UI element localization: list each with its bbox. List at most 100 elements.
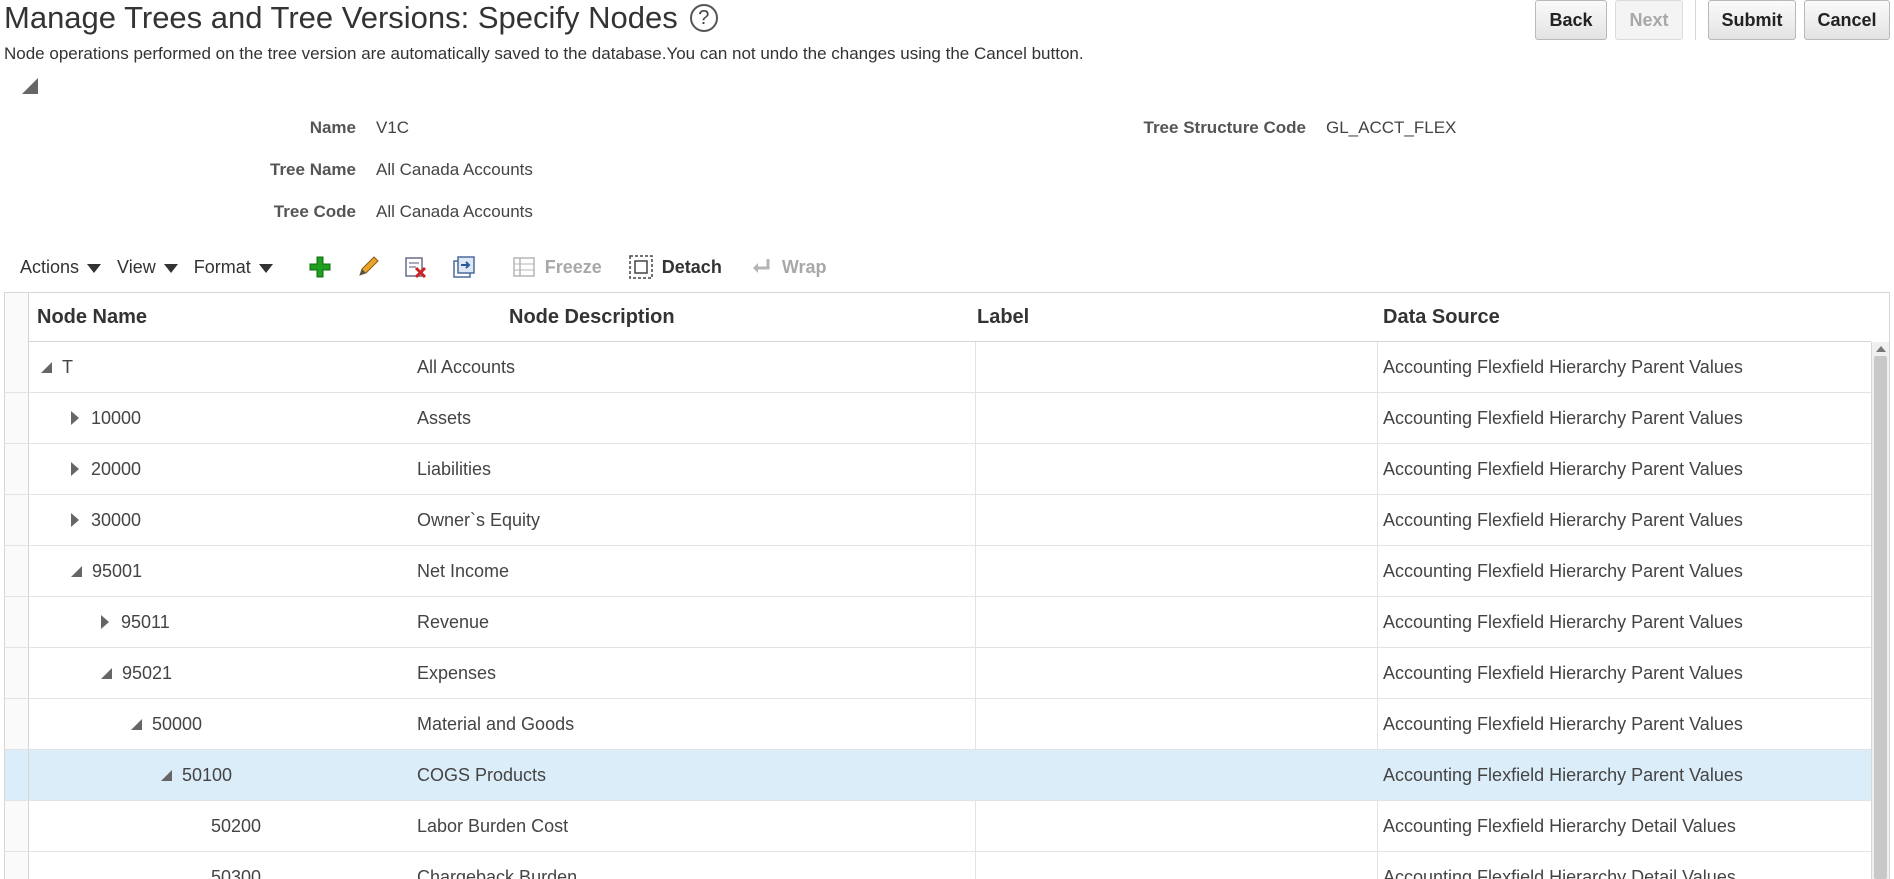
actions-menu[interactable]: Actions (20, 257, 102, 278)
train-buttons: Back Next Submit Cancel (1527, 0, 1890, 40)
column-header-node-name[interactable]: Node Name (37, 293, 147, 342)
data-source-cell: Accounting Flexfield Hierarchy Parent Va… (1383, 509, 1743, 530)
help-icon[interactable]: ? (689, 4, 718, 32)
table-row[interactable]: 50100 COGS Products Accounting Flexfield H… (5, 750, 1871, 801)
view-menu[interactable]: View (117, 257, 178, 278)
node-description-cell: COGS Products (417, 764, 547, 785)
row-header-cell[interactable] (5, 750, 29, 800)
scroll-up-arrow-icon[interactable] (1876, 346, 1886, 352)
table-row[interactable]: 10000 Assets Accounting Flexfield Hierarch… (5, 393, 1871, 444)
table-row[interactable]: 95001 Net Income Accounting Flexfield Hier… (5, 546, 1871, 597)
node-name-text: 50100 (182, 764, 233, 785)
collapse-node-icon[interactable] (101, 667, 112, 679)
collapse-node-icon[interactable] (161, 769, 172, 781)
export-icon[interactable] (451, 254, 477, 280)
collapse-node-icon[interactable] (41, 361, 52, 373)
data-source-cell: Accounting Flexfield Hierarchy Parent Va… (1383, 356, 1743, 377)
collapse-header-icon[interactable] (22, 78, 38, 94)
back-button[interactable]: Back (1535, 0, 1607, 40)
tree-nodes-table: Node Name Node Description Label Data So… (4, 292, 1890, 879)
row-header-cell[interactable] (5, 852, 29, 879)
node-name-cell: 50000 (131, 699, 202, 749)
node-name-cell: T (41, 342, 73, 392)
table-header: Node Name Node Description Label Data So… (29, 293, 1871, 342)
tree-version-form: Name V1C Tree Name All Canada Accounts T… (0, 110, 1894, 230)
detach-button[interactable]: Detach (628, 254, 722, 280)
vertical-scrollbar[interactable] (1871, 342, 1889, 879)
format-menu-label: Format (193, 256, 251, 277)
cancel-button[interactable]: Cancel (1804, 0, 1890, 40)
row-header-cell[interactable] (5, 597, 29, 647)
node-name-text: 50300 (211, 866, 262, 879)
page-subtitle: Node operations performed on the tree ve… (4, 44, 1084, 63)
table-row[interactable]: 30000 Owner`s Equity Accounting Flexfield … (5, 495, 1871, 546)
node-name-text: 95021 (122, 662, 173, 683)
row-header-cell[interactable] (5, 342, 29, 392)
table-toolbar: Actions View Format Freeze Detach Wrap (0, 250, 1894, 284)
node-name-text: 50000 (152, 713, 203, 734)
row-header-cell[interactable] (5, 495, 29, 545)
edit-icon[interactable] (355, 254, 381, 280)
node-description-cell: Expenses (417, 662, 497, 683)
chevron-down-icon (87, 264, 102, 273)
node-description-cell: Chargeback Burden (417, 866, 578, 879)
node-description-cell: Assets (417, 407, 472, 428)
scrollbar-thumb[interactable] (1874, 356, 1887, 879)
page-header: Manage Trees and Tree Versions: Specify … (0, 0, 1894, 94)
node-description-cell: Liabilities (417, 458, 492, 479)
column-header-label[interactable]: Label (977, 293, 1029, 342)
data-source-cell: Accounting Flexfield Hierarchy Parent Va… (1383, 611, 1743, 632)
wrap-button[interactable]: Wrap (748, 254, 827, 280)
row-header-cell[interactable] (5, 444, 29, 494)
freeze-button[interactable]: Freeze (511, 254, 602, 280)
node-name-cell: 50100 (161, 750, 232, 800)
name-value: V1C (376, 118, 410, 137)
node-name-text: 95001 (92, 560, 143, 581)
table-row[interactable]: 50000 Material and Goods Accounting Flexfi… (5, 699, 1871, 750)
chevron-down-icon (163, 264, 178, 273)
table-row[interactable]: T All Accounts Accounting Flexfield Hierar… (5, 342, 1871, 393)
row-header-cell[interactable] (5, 393, 29, 443)
row-header-cell[interactable] (5, 801, 29, 851)
expand-node-icon[interactable] (71, 462, 79, 476)
expand-node-icon[interactable] (101, 615, 109, 629)
detach-icon (628, 254, 654, 280)
data-source-cell: Accounting Flexfield Hierarchy Parent Va… (1383, 713, 1743, 734)
collapse-node-icon[interactable] (71, 565, 82, 577)
row-header-cell[interactable] (5, 699, 29, 749)
tree-name-value: All Canada Accounts (376, 160, 533, 179)
table-row[interactable]: 20000 Liabilities Accounting Flexfield Hie… (5, 444, 1871, 495)
view-menu-label: View (117, 256, 156, 277)
submit-button[interactable]: Submit (1708, 0, 1796, 40)
column-header-data-source[interactable]: Data Source (1383, 293, 1500, 342)
node-name-cell: 10000 (71, 393, 141, 443)
collapse-node-icon[interactable] (131, 718, 142, 730)
column-header-node-description[interactable]: Node Description (509, 293, 675, 342)
delete-icon[interactable] (403, 254, 429, 280)
table-row[interactable]: 95021 Expenses Accounting Flexfield Hierar… (5, 648, 1871, 699)
node-name-text: T (62, 356, 73, 377)
row-header-cell[interactable] (5, 546, 29, 596)
node-name-text: 30000 (91, 509, 142, 530)
node-description-cell: Net Income (417, 560, 510, 581)
expand-node-icon[interactable] (71, 411, 79, 425)
node-description-cell: All Accounts (417, 356, 516, 377)
tree-structure-code-value: GL_ACCT_FLEX (1326, 118, 1457, 137)
node-name-text: 20000 (91, 458, 142, 479)
table-row[interactable]: 95011 Revenue Accounting Flexfield Hierarc… (5, 597, 1871, 648)
node-description-cell: Revenue (417, 611, 490, 632)
tree-code-value: All Canada Accounts (376, 202, 533, 221)
table-row[interactable]: 50200 Labor Burden Cost Accounting Flexfie… (5, 801, 1871, 852)
table-body: T All Accounts Accounting Flexfield Hierar… (5, 342, 1871, 879)
format-menu[interactable]: Format (194, 257, 273, 278)
add-icon[interactable] (307, 254, 333, 280)
next-button[interactable]: Next (1615, 0, 1683, 40)
node-description-cell: Labor Burden Cost (417, 815, 569, 836)
expand-node-icon[interactable] (71, 513, 79, 527)
data-source-cell: Accounting Flexfield Hierarchy Detail Va… (1383, 815, 1736, 836)
node-description-cell: Material and Goods (417, 713, 575, 734)
row-header-cell[interactable] (5, 648, 29, 698)
freeze-icon (511, 254, 537, 280)
node-name-cell: 95001 (71, 546, 142, 596)
table-row[interactable]: 50300 Chargeback Burden Accounting Flexfie… (5, 852, 1871, 879)
